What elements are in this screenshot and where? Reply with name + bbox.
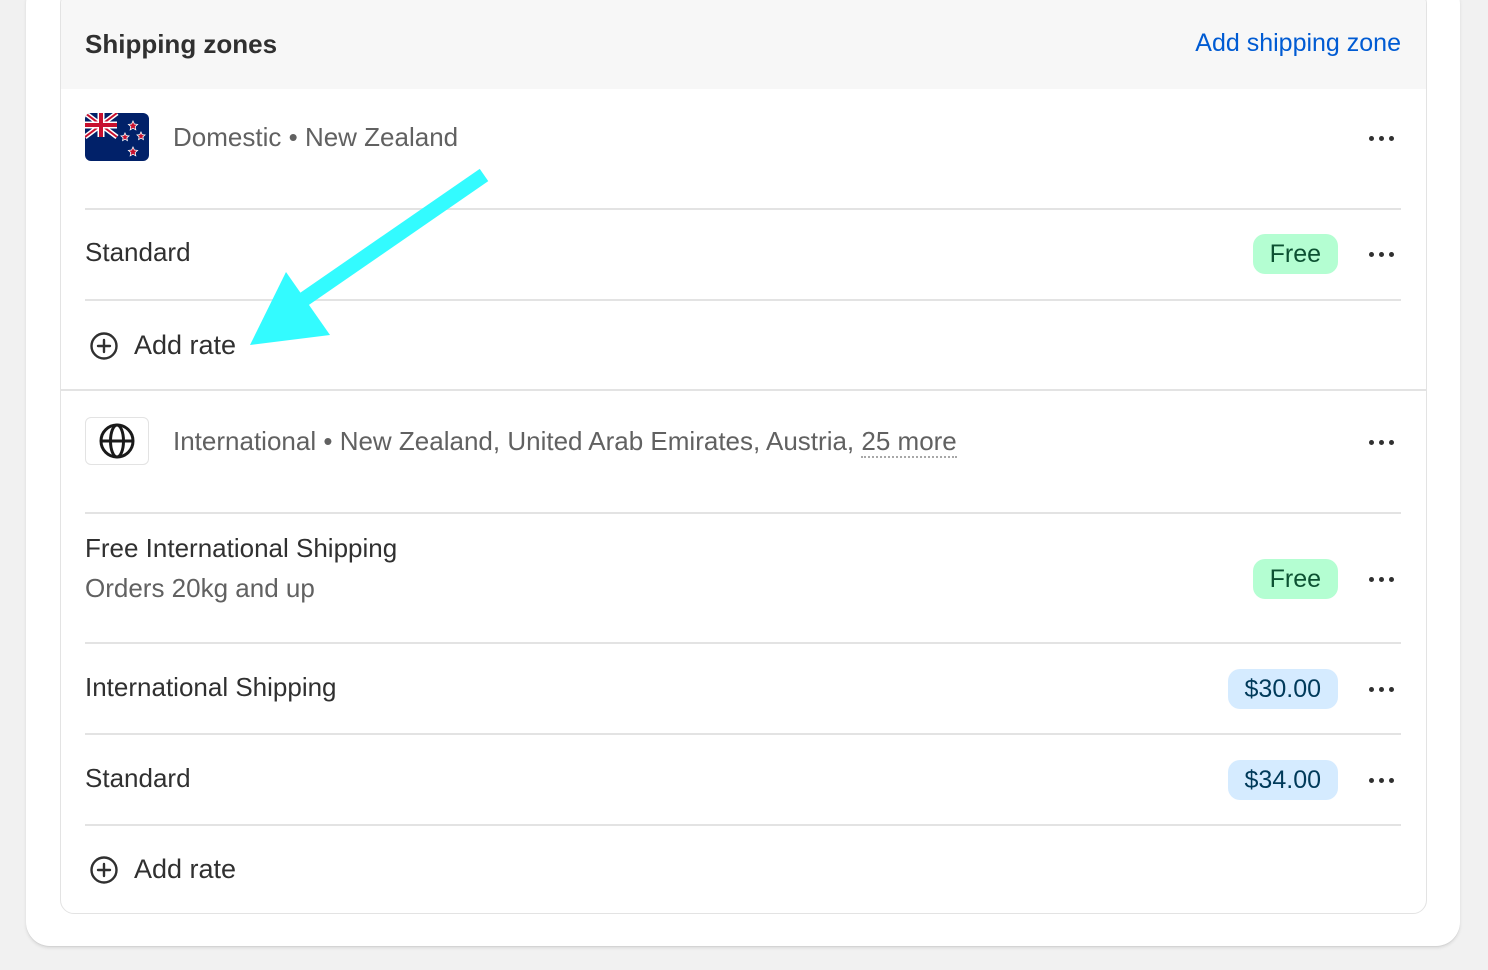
zone-domestic-regions: New Zealand (304, 122, 459, 152)
zone-international-header: International • New Zealand, United Arab… (85, 417, 1401, 477)
zone-international-separator: • (323, 426, 333, 456)
more-regions-link[interactable]: 25 more (861, 426, 957, 458)
zone-domestic-more-actions-button[interactable] (1363, 123, 1399, 153)
new-zealand-flag-icon (85, 113, 149, 161)
rate-row-standard: Standard $34.00 (85, 734, 1401, 824)
rate-price-badge: Free (1252, 234, 1338, 274)
zone-international-label: International • New Zealand, United Arab… (173, 426, 957, 458)
rate-price-badge: $30.00 (1227, 669, 1338, 709)
zone-international-regions: New Zealand, United Arab Emirates, Austr… (339, 426, 855, 456)
rate-row-free-international-shipping: Free International Shipping Orders 20kg … (85, 513, 1401, 643)
zone-domestic-header: Domestic • New Zealand (85, 113, 1401, 173)
globe-icon (99, 423, 135, 459)
shipping-zones-header: Shipping zones Add shipping zone (61, 0, 1426, 89)
zone-separator (61, 389, 1426, 391)
zone-international-name: International (173, 426, 317, 456)
add-shipping-zone-link[interactable]: Add shipping zone (1195, 29, 1401, 58)
zone-international-more-actions-button[interactable] (1363, 427, 1399, 457)
zone-domestic-name: Domestic (173, 122, 282, 152)
rate-more-actions-button[interactable] (1363, 765, 1399, 795)
rate-row-domestic-standard: Standard Free (85, 209, 1401, 299)
plus-circle-icon (90, 856, 118, 884)
rate-price-badge: $34.00 (1227, 760, 1338, 800)
add-rate-label: Add rate (134, 330, 237, 360)
zone-domestic-separator: • (288, 122, 298, 152)
divider (85, 824, 1401, 826)
rate-more-actions-button[interactable] (1363, 239, 1399, 269)
rate-price-badge: Free (1252, 559, 1338, 599)
rate-name: Standard (85, 237, 191, 267)
globe-icon-frame (85, 417, 149, 465)
rate-name: Standard (85, 763, 191, 793)
rate-name: Free International Shipping (85, 533, 398, 563)
shipping-zones-card: Shipping zones Add shipping zone Domesti… (60, 0, 1427, 914)
shipping-zones-title: Shipping zones (85, 29, 278, 59)
add-rate-label: Add rate (134, 854, 237, 884)
rate-row-international-shipping: International Shipping $30.00 (85, 643, 1401, 733)
zone-domestic-label: Domestic • New Zealand (173, 122, 458, 153)
plus-circle-icon (90, 332, 118, 360)
rate-more-actions-button[interactable] (1363, 564, 1399, 594)
divider (85, 299, 1401, 301)
rate-name: International Shipping (85, 672, 337, 702)
rate-condition: Orders 20kg and up (85, 573, 315, 603)
rate-more-actions-button[interactable] (1363, 674, 1399, 704)
